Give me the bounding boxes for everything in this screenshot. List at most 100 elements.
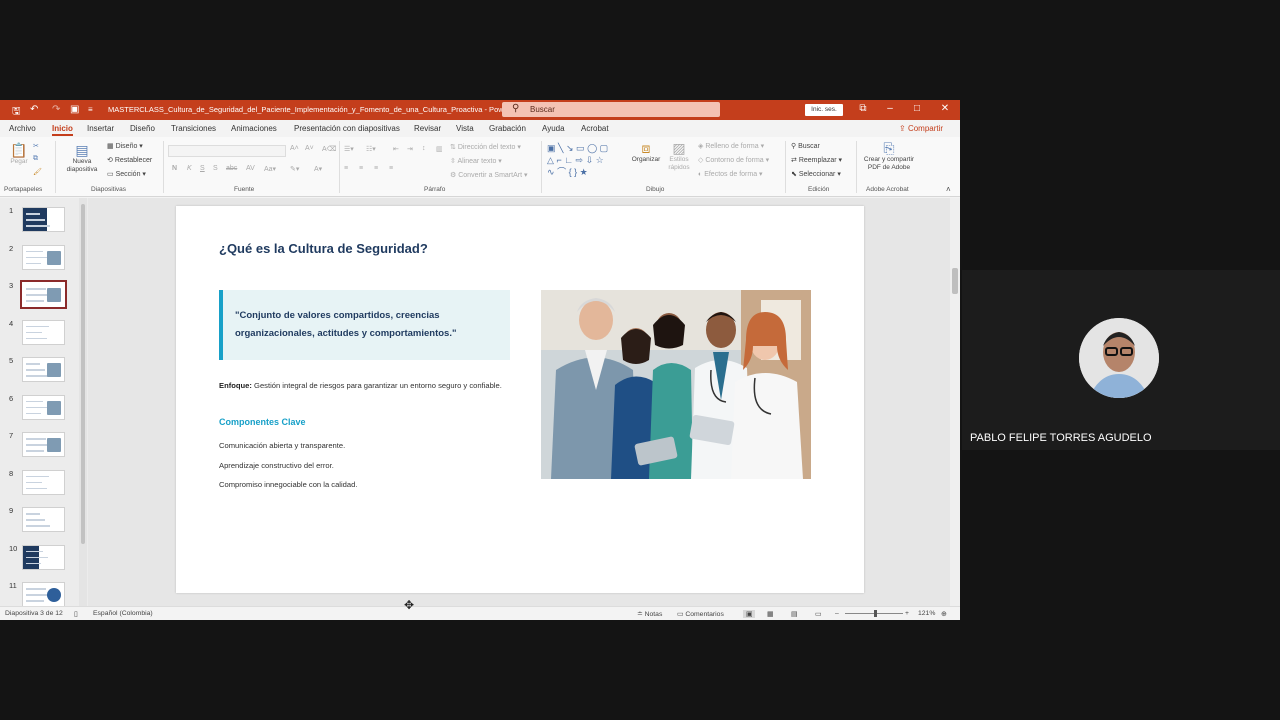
- canvas-scrollbar[interactable]: [950, 198, 960, 606]
- tab-inicio[interactable]: Inicio: [52, 124, 73, 136]
- maximize-icon[interactable]: □: [910, 103, 924, 114]
- cut-icon[interactable]: ✂: [33, 142, 39, 150]
- shape-outline-button[interactable]: ◇ Contorno de forma ▾: [698, 156, 769, 164]
- slide-thumbnail[interactable]: [22, 544, 65, 570]
- notes-button[interactable]: ≐ Notas: [637, 610, 662, 618]
- component-item[interactable]: Aprendizaje constructivo del error.: [219, 461, 334, 470]
- fit-slide-icon[interactable]: ⊕: [941, 610, 947, 618]
- decrease-indent-icon[interactable]: ⇤: [393, 145, 399, 153]
- new-slide-button[interactable]: ▤ Nueva diapositiva: [62, 142, 102, 174]
- arrange-button[interactable]: ⧈ Organizar: [631, 140, 661, 164]
- create-pdf-button[interactable]: ⎘ Crear y compartir PDF de Adobe: [860, 140, 918, 172]
- numbering-icon[interactable]: ☷▾: [366, 145, 376, 153]
- clear-format-icon[interactable]: A⌫: [322, 145, 337, 153]
- tab-acrobat[interactable]: Acrobat: [581, 124, 609, 133]
- canvas-scroll-knob[interactable]: [952, 268, 958, 294]
- zoom-slider-knob[interactable]: [874, 610, 877, 617]
- save-icon[interactable]: 🖫: [12, 104, 21, 121]
- share-button[interactable]: ⇪ Compartir: [899, 124, 943, 133]
- slide-thumbnail[interactable]: [22, 469, 65, 495]
- shape-fill-button[interactable]: ◈ Relleno de forma ▾: [698, 142, 764, 150]
- align-left-icon[interactable]: ≡: [344, 165, 348, 172]
- font-name-dropdown[interactable]: [168, 145, 286, 157]
- italic-icon[interactable]: K: [187, 165, 192, 172]
- slide-thumbnail[interactable]: [22, 207, 65, 232]
- components-title[interactable]: Componentes Clave: [219, 417, 306, 427]
- thumbnail-scrollbar[interactable]: [79, 198, 87, 606]
- slide-sorter-icon[interactable]: ▦: [767, 610, 773, 618]
- slide-thumbnail[interactable]: [22, 582, 65, 606]
- slide-counter[interactable]: Diapositiva 3 de 12: [5, 610, 63, 617]
- medical-team-photo[interactable]: [541, 290, 811, 479]
- quick-styles-button[interactable]: ▨ Estilos rápidos: [664, 140, 694, 172]
- current-slide[interactable]: ¿Qué es la Cultura de Seguridad? "Conjun…: [176, 206, 864, 593]
- tab-archivo[interactable]: Archivo: [9, 124, 36, 133]
- align-right-icon[interactable]: ≡: [374, 165, 378, 172]
- comments-button[interactable]: ▭ Comentarios: [677, 610, 724, 618]
- shape-effects-button[interactable]: ◐ Efectos de forma ▾: [698, 170, 763, 178]
- line-spacing-icon[interactable]: ↕: [422, 145, 426, 152]
- slide-thumbnail[interactable]: [22, 319, 65, 345]
- columns-icon[interactable]: ▥: [436, 145, 443, 153]
- customize-icon[interactable]: ≡: [88, 105, 93, 114]
- sign-in-button[interactable]: Inic. ses.: [805, 104, 843, 116]
- bullets-icon[interactable]: ☰▾: [344, 145, 354, 153]
- replace-button[interactable]: ⇄ Reemplazar ▾: [791, 156, 842, 164]
- component-item[interactable]: Compromiso innegociable con la calidad.: [219, 480, 357, 489]
- find-button[interactable]: ⚲ Buscar: [791, 142, 820, 150]
- tab-grabacion[interactable]: Grabación: [489, 124, 526, 133]
- spacing-icon[interactable]: AV: [246, 165, 255, 172]
- ribbon-display-icon[interactable]: ⧉: [856, 103, 870, 114]
- close-icon[interactable]: ✕: [938, 103, 952, 114]
- enfoque-paragraph[interactable]: Enfoque: Gestión integral de riesgos par…: [219, 378, 509, 393]
- bold-icon[interactable]: N: [172, 165, 177, 172]
- align-text-button[interactable]: ⇳ Alinear texto ▾: [450, 157, 502, 165]
- zoom-out-icon[interactable]: –: [835, 610, 839, 617]
- tab-transiciones[interactable]: Transiciones: [171, 124, 216, 133]
- shapes-gallery[interactable]: ▣ ╲ ↘ ▭ ◯ ▢ △ ⌐ ∟ ⇨ ⇩ ☆ ∿ ⌒ { } ★: [547, 142, 629, 182]
- slideshow-icon[interactable]: ▭: [815, 610, 821, 618]
- slide-thumbnail[interactable]: [22, 394, 65, 420]
- zoom-slider[interactable]: [845, 610, 903, 617]
- accessibility-icon[interactable]: ▯: [74, 610, 78, 618]
- underline-icon[interactable]: S: [200, 165, 205, 172]
- text-direction-button[interactable]: ⇅ Dirección del texto ▾: [450, 143, 521, 151]
- slide-thumbnail[interactable]: [22, 244, 65, 270]
- paste-button[interactable]: 📋 Pegar: [8, 142, 30, 166]
- redo-icon[interactable]: ↷: [52, 104, 60, 115]
- slide-thumbnail[interactable]: [22, 507, 65, 532]
- present-icon[interactable]: ▣: [70, 104, 79, 115]
- tab-diseno[interactable]: Diseño: [130, 124, 155, 133]
- justify-icon[interactable]: ≡: [389, 165, 393, 172]
- slide-thumbnail[interactable]: [22, 357, 65, 382]
- font-color-icon[interactable]: A▾: [314, 165, 322, 173]
- video-tile[interactable]: PABLO FELIPE TORRES AGUDELO: [962, 270, 1280, 450]
- minimize-icon[interactable]: –: [883, 103, 897, 114]
- strikethrough-icon[interactable]: abc: [226, 165, 237, 172]
- font-grow-icon[interactable]: A˄: [290, 145, 299, 152]
- select-button[interactable]: ⬉ Seleccionar ▾: [791, 170, 841, 178]
- reset-button[interactable]: ⟲ Restablecer: [107, 156, 152, 164]
- tab-presentacion[interactable]: Presentación con diapositivas: [294, 124, 400, 133]
- collapse-ribbon-icon[interactable]: ˄: [946, 185, 951, 194]
- quote-box[interactable]: "Conjunto de valores compartidos, creenc…: [219, 290, 510, 360]
- zoom-in-icon[interactable]: +: [905, 610, 909, 617]
- slide-thumbnail[interactable]: [22, 432, 65, 457]
- normal-view-icon[interactable]: ▣: [743, 610, 756, 618]
- tab-animaciones[interactable]: Animaciones: [231, 124, 277, 133]
- reading-view-icon[interactable]: ▤: [791, 610, 797, 618]
- component-item[interactable]: Comunicación abierta y transparente.: [219, 441, 345, 450]
- tab-revisar[interactable]: Revisar: [414, 124, 441, 133]
- slide-thumbnail[interactable]: [20, 280, 67, 309]
- section-button[interactable]: ▭ Sección ▾: [107, 170, 146, 178]
- align-center-icon[interactable]: ≡: [359, 165, 363, 172]
- copy-icon[interactable]: ⧉: [33, 155, 38, 163]
- language-indicator[interactable]: Español (Colombia): [93, 610, 153, 617]
- change-case-icon[interactable]: Aa▾: [264, 165, 276, 173]
- shadow-icon[interactable]: S: [213, 165, 218, 172]
- increase-indent-icon[interactable]: ⇥: [407, 145, 413, 153]
- tab-vista[interactable]: Vista: [456, 124, 474, 133]
- search-input[interactable]: ⚲ Buscar: [502, 102, 720, 117]
- smartart-button[interactable]: ⚙ Convertir a SmartArt ▾: [450, 171, 528, 179]
- highlight-icon[interactable]: ✎▾: [290, 165, 299, 173]
